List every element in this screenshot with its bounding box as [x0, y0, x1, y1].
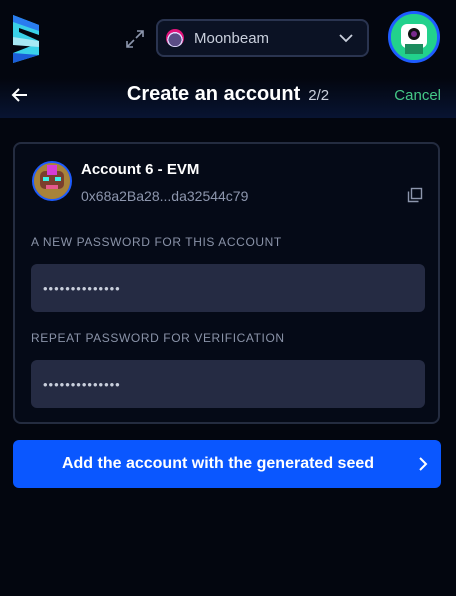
account-address: 0x68a2Ba28...da32544c79 [81, 188, 249, 204]
account-name: Account 6 - EVM [81, 161, 200, 178]
network-selector[interactable]: Moonbeam [156, 19, 369, 57]
step-indicator: 2/2 [308, 87, 330, 104]
repeat-password-input[interactable] [31, 360, 425, 408]
page-title-text: Create an account [126, 83, 301, 105]
chevron-down-icon [339, 34, 353, 43]
add-account-button-label: Add the account with the generated seed [61, 455, 375, 472]
page-title: Create an account 2/2 [0, 83, 456, 106]
expand-icon[interactable] [125, 29, 145, 49]
subwallet-logo[interactable] [9, 15, 43, 63]
account-avatar[interactable] [388, 11, 440, 63]
title-bar: Create an account 2/2 Cancel [0, 78, 456, 118]
account-card: Account 6 - EVM 0x68a2Ba28...da32544c79 … [13, 142, 440, 424]
password-input[interactable] [31, 264, 425, 312]
add-account-button[interactable]: Add the account with the generated seed [13, 440, 441, 488]
cancel-button[interactable]: Cancel [394, 87, 441, 104]
copy-icon[interactable] [407, 187, 423, 203]
identicon-art [34, 163, 70, 199]
account-identicon [32, 161, 72, 201]
header: Moonbeam [0, 0, 456, 78]
repeat-password-label: REPEAT PASSWORD FOR VERIFICATION [31, 331, 285, 345]
moonbeam-icon [166, 29, 184, 47]
chevron-right-icon [419, 457, 428, 471]
avatar-identicon [391, 14, 437, 60]
network-label: Moonbeam [194, 29, 270, 47]
password-label: A NEW PASSWORD FOR THIS ACCOUNT [31, 235, 282, 249]
